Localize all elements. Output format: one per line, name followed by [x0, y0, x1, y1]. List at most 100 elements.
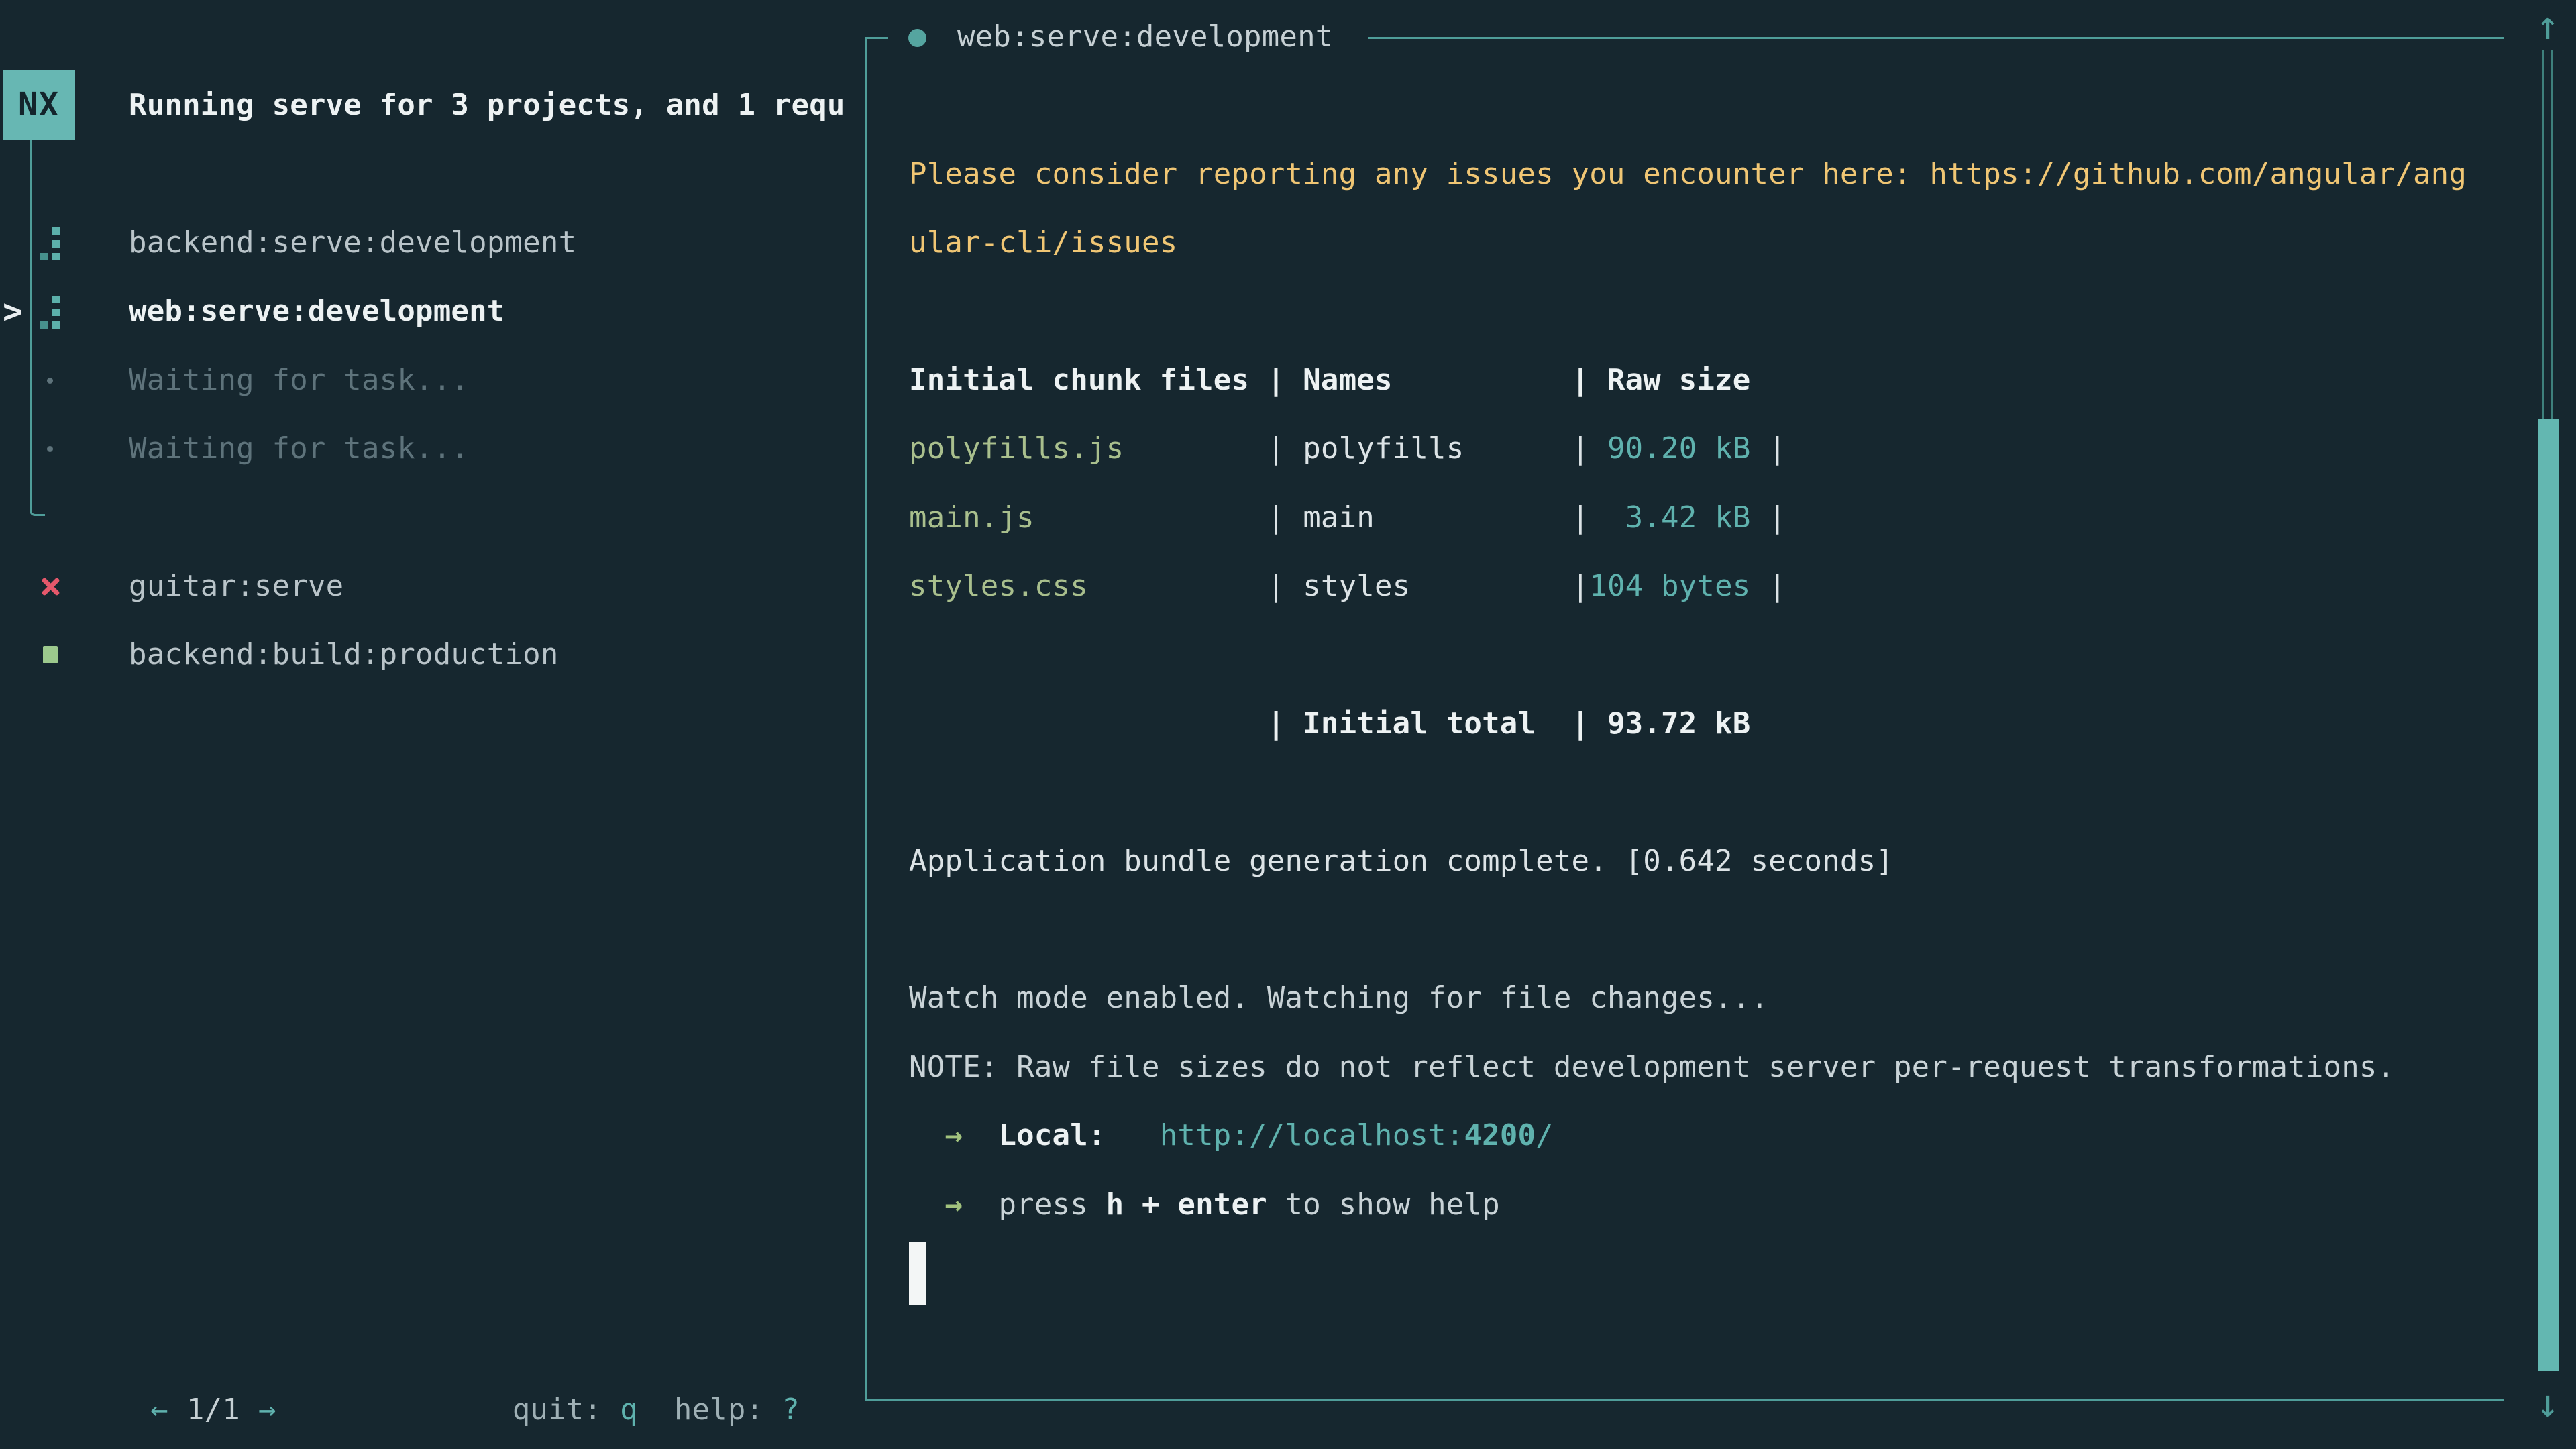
terminal-line: NOTE: Raw file sizes do not reflect deve… [909, 1033, 2395, 1102]
text-segment [1751, 569, 1769, 603]
scrollbar-track[interactable] [2542, 50, 2553, 419]
text-segment: | [1768, 500, 1786, 535]
text-segment [1751, 500, 1769, 535]
terminal-line: | Initial total | 93.72 kB [909, 690, 1751, 758]
text-segment: to show help [1267, 1187, 1500, 1222]
text-segment: | [1267, 706, 1303, 741]
terminal-line: polyfills.js | polyfills | 90.20 kB | [909, 415, 1786, 483]
keyboard-hints: quit:qhelp:? [0, 1307, 800, 1376]
text-segment: h + enter [1106, 1187, 1267, 1222]
text-segment: | [1572, 500, 1590, 535]
sidebar-item-label: guitar:serve [129, 552, 343, 621]
cross-icon [38, 552, 67, 621]
sidebar-item-label: web:serve:development [129, 277, 505, 345]
text-segment [1751, 431, 1769, 466]
text-segment: Watch mode enabled. Watching for file ch… [909, 981, 1768, 1015]
terminal-line: Please consider reporting any issues you… [909, 140, 2467, 209]
terminal-line: Application bundle generation complete. … [909, 827, 1894, 896]
scroll-up-arrow-icon[interactable]: ↑ [2524, 1, 2572, 50]
text-segment [1464, 431, 1571, 466]
sidebar-item-label: backend:build:production [129, 621, 559, 689]
text-segment: press [998, 1187, 1106, 1222]
spinner-icon [38, 209, 67, 277]
nx-tui-app: NX Running serve for 3 projects, and 1 r… [0, 0, 2576, 1449]
text-segment: | [1267, 500, 1303, 535]
text-segment [1106, 1118, 1160, 1152]
quit-hint-key: q [620, 1393, 638, 1427]
panel-border-top-stub [865, 37, 888, 39]
text-segment: | [1768, 431, 1786, 466]
text-segment [1536, 706, 1571, 741]
text-segment: styles.css [909, 569, 1088, 603]
text-segment: | [1572, 569, 1590, 603]
terminal-line: ular-cli/issues [909, 209, 1177, 277]
text-segment [1375, 500, 1572, 535]
sidebar-item[interactable]: guitar:serve [0, 552, 865, 621]
text-segment: main.js [909, 500, 1034, 535]
nx-logo: NX [3, 70, 75, 140]
sidebar-item[interactable]: backend:build:production [0, 621, 865, 689]
text-segment: polyfills [1303, 431, 1464, 466]
text-segment [909, 1118, 945, 1152]
text-segment [963, 1118, 998, 1152]
sidebar-item-label: Waiting for task... [129, 346, 469, 415]
scrollbar-thumb[interactable] [2538, 419, 2559, 1371]
text-segment: 4200 [1464, 1118, 1536, 1152]
text-segment: → [945, 1187, 963, 1222]
sidebar-item[interactable]: Waiting for task... [0, 346, 865, 415]
sidebar-item[interactable]: > web:serve:development [0, 277, 865, 345]
scroll-down-arrow-icon[interactable]: ↓ [2524, 1379, 2572, 1428]
panel-title: web:serve:development [957, 3, 1334, 71]
pager-page-indicator: 1/1 [186, 1393, 240, 1427]
panel-border-left [865, 37, 867, 1401]
text-segment: http://localhost: [1160, 1118, 1464, 1152]
text-segment: main [1303, 500, 1375, 535]
text-segment [963, 1187, 998, 1222]
text-segment: 104 bytes [1589, 569, 1750, 603]
pager-left-arrow-icon[interactable]: ← [150, 1393, 168, 1427]
sidebar-item-label: Waiting for task... [129, 415, 469, 483]
text-segment: Initial total [1303, 706, 1536, 741]
help-hint-label: help: [674, 1393, 763, 1427]
text-segment: Application bundle generation complete. … [909, 844, 1894, 878]
text-segment: | [1572, 431, 1607, 466]
text-segment: Local: [998, 1118, 1106, 1152]
sidebar-item-label: backend:serve:development [129, 209, 576, 277]
text-segment [1124, 431, 1267, 466]
terminal-line: main.js | main | 3.42 kB | [909, 484, 1786, 552]
text-segment: | [1267, 431, 1303, 466]
text-segment: polyfills.js [909, 431, 1124, 466]
terminal-line: Watch mode enabled. Watching for file ch… [909, 964, 1768, 1032]
text-segment [1034, 500, 1267, 535]
text-segment: Initial chunk files | Names | Raw size [909, 363, 1750, 397]
sidebar-item[interactable]: Waiting for task... [0, 415, 865, 483]
terminal-line: Initial chunk files | Names | Raw size [909, 346, 1750, 415]
panel-border-top [1368, 37, 2504, 39]
help-hint-key: ? [782, 1393, 800, 1427]
text-segment: 90.20 kB [1607, 431, 1751, 466]
terminal-line: → Local: http://localhost:4200/ [909, 1102, 1554, 1170]
text-segment [909, 1187, 945, 1222]
text-segment: NOTE: Raw file sizes do not reflect deve… [909, 1050, 2395, 1084]
dot-icon [38, 346, 67, 415]
selected-chevron-icon: > [3, 277, 23, 345]
text-segment: → [945, 1118, 963, 1152]
text-segment: | [1768, 569, 1786, 603]
text-segment: Please consider reporting any issues you… [909, 157, 2467, 191]
text-segment: styles [1303, 569, 1410, 603]
terminal-cursor [909, 1242, 926, 1305]
panel-border-bottom [865, 1399, 2504, 1401]
text-segment [1410, 569, 1571, 603]
text-segment [909, 706, 1267, 741]
text-segment: / [1536, 1118, 1554, 1152]
pager-right-arrow-icon[interactable]: → [258, 1393, 276, 1427]
text-segment: | [1267, 569, 1303, 603]
terminal-line: → press h + enter to show help [909, 1171, 1500, 1239]
text-segment [1088, 569, 1267, 603]
sidebar-item[interactable]: backend:serve:development [0, 209, 865, 277]
sidebar-title: Running serve for 3 projects, and 1 requ [129, 71, 845, 140]
quit-hint-label: quit: [513, 1393, 602, 1427]
text-segment [1589, 500, 1625, 535]
text-segment: ular-cli/issues [909, 225, 1177, 260]
terminal-line: styles.css | styles |104 bytes | [909, 552, 1786, 621]
